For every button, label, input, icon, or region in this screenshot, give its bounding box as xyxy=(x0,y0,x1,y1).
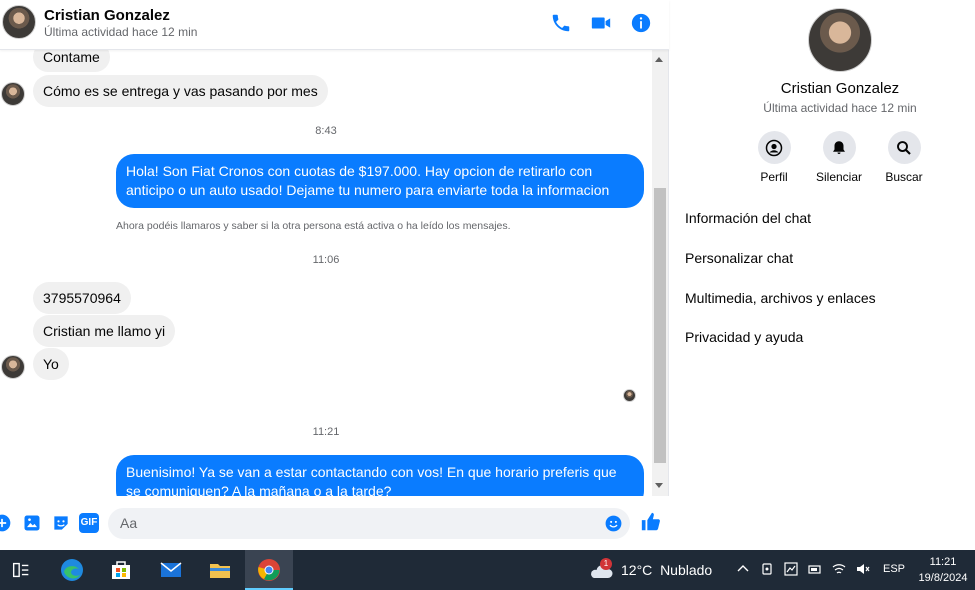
edge-browser-icon[interactable] xyxy=(60,558,84,582)
profile-icon xyxy=(765,139,783,156)
composer: GIF Aa xyxy=(0,496,669,550)
bell-icon xyxy=(833,140,845,154)
search-action-label: Buscar xyxy=(885,170,923,184)
wifi-icon[interactable] xyxy=(832,562,846,576)
windows-taskbar: 1 12°C Nublado ESP 11:21 19/8/2024 xyxy=(0,550,975,590)
weather-temperature: 12°C xyxy=(621,562,653,578)
profile-action-label: Perfil xyxy=(760,170,788,184)
clock-date: 19/8/2024 xyxy=(918,572,968,584)
chrome-browser-icon[interactable] xyxy=(257,558,281,582)
messenger-window: Cristian Gonzalez Última actividad hace … xyxy=(0,0,975,550)
contact-name[interactable]: Cristian Gonzalez xyxy=(44,7,170,24)
speaker-muted-icon[interactable] xyxy=(856,562,870,576)
thumbs-up-icon[interactable] xyxy=(640,511,662,533)
weather-widget[interactable]: 12°C Nublado xyxy=(621,562,712,578)
clock-time: 11:21 xyxy=(929,556,957,568)
microsoft-store-icon[interactable] xyxy=(109,558,133,582)
file-explorer-icon[interactable] xyxy=(208,558,232,582)
conversation-info-panel: Cristian Gonzalez Última actividad hace … xyxy=(670,0,975,550)
profile-action[interactable]: Perfil xyxy=(744,131,804,184)
menu-customize-chat[interactable]: Personalizar chat xyxy=(685,250,793,266)
sticker-icon[interactable] xyxy=(51,513,71,533)
system-clock[interactable]: 11:21 19/8/2024 xyxy=(912,554,974,586)
scroll-down-arrow[interactable] xyxy=(655,483,663,488)
info-contact-name: Cristian Gonzalez xyxy=(780,80,900,97)
message-list[interactable]: Contame Cómo es se entrega y vas pasando… xyxy=(0,50,652,496)
outgoing-message[interactable]: Hola! Son Fiat Cronos con cuotas de $197… xyxy=(116,154,644,208)
weather-badge: 1 xyxy=(600,558,612,570)
chat-panel: Cristian Gonzalez Última actividad hace … xyxy=(0,0,669,550)
scrollbar-thumb[interactable] xyxy=(654,188,666,463)
language-indicator[interactable]: ESP xyxy=(883,563,905,575)
menu-chat-info[interactable]: Información del chat xyxy=(685,210,811,226)
scroll-up-arrow[interactable] xyxy=(655,57,663,62)
message-scrollbar[interactable] xyxy=(652,50,668,496)
mail-icon[interactable] xyxy=(159,558,183,582)
info-icon[interactable] xyxy=(630,12,652,34)
chat-header: Cristian Gonzalez Última actividad hace … xyxy=(0,0,669,50)
app-tray-icon[interactable] xyxy=(784,562,798,576)
emoji-icon[interactable] xyxy=(604,514,623,533)
mute-action[interactable]: Silenciar xyxy=(809,131,869,184)
seen-indicator-avatar xyxy=(623,389,636,402)
contact-avatar[interactable] xyxy=(2,5,36,39)
search-icon xyxy=(897,140,911,155)
sender-avatar xyxy=(1,82,25,106)
incoming-message[interactable]: Yo xyxy=(33,348,69,380)
message-input[interactable]: Aa xyxy=(108,508,630,539)
video-call-icon[interactable] xyxy=(590,12,612,34)
gif-button[interactable]: GIF xyxy=(79,513,99,533)
menu-media-files-links[interactable]: Multimedia, archivos y enlaces xyxy=(685,290,876,306)
sender-avatar xyxy=(1,355,25,379)
info-contact-status: Última actividad hace 12 min xyxy=(763,101,917,115)
mute-action-label: Silenciar xyxy=(815,170,863,184)
phone-call-icon[interactable] xyxy=(550,12,572,34)
photo-icon[interactable] xyxy=(22,513,42,533)
incoming-message[interactable]: Cómo es se entrega y vas pasando por mes xyxy=(33,75,328,107)
timestamp: 11:06 xyxy=(312,254,340,266)
plus-icon[interactable] xyxy=(0,513,12,533)
incoming-message[interactable]: Contame xyxy=(33,50,110,72)
incoming-message[interactable]: 3795570964 xyxy=(33,282,131,314)
weather-condition: Nublado xyxy=(660,562,713,578)
incoming-message[interactable]: Cristian me llamo yi xyxy=(33,315,176,347)
device-icon[interactable] xyxy=(760,562,774,576)
profile-avatar-large[interactable] xyxy=(808,8,872,72)
search-action[interactable]: Buscar xyxy=(874,131,934,184)
timestamp: 8:43 xyxy=(315,125,337,137)
timestamp: 11:21 xyxy=(312,426,340,438)
battery-icon[interactable] xyxy=(808,562,822,576)
contact-status: Última actividad hace 12 min xyxy=(44,25,198,39)
chevron-up-icon[interactable] xyxy=(736,562,750,576)
system-note: Ahora podéis llamaros y saber si la otra… xyxy=(116,220,511,232)
outgoing-message[interactable]: Buenisimo! Ya se van a estar contactando… xyxy=(116,455,644,496)
task-view-icon[interactable] xyxy=(10,559,32,581)
menu-privacy-help[interactable]: Privacidad y ayuda xyxy=(685,329,803,345)
